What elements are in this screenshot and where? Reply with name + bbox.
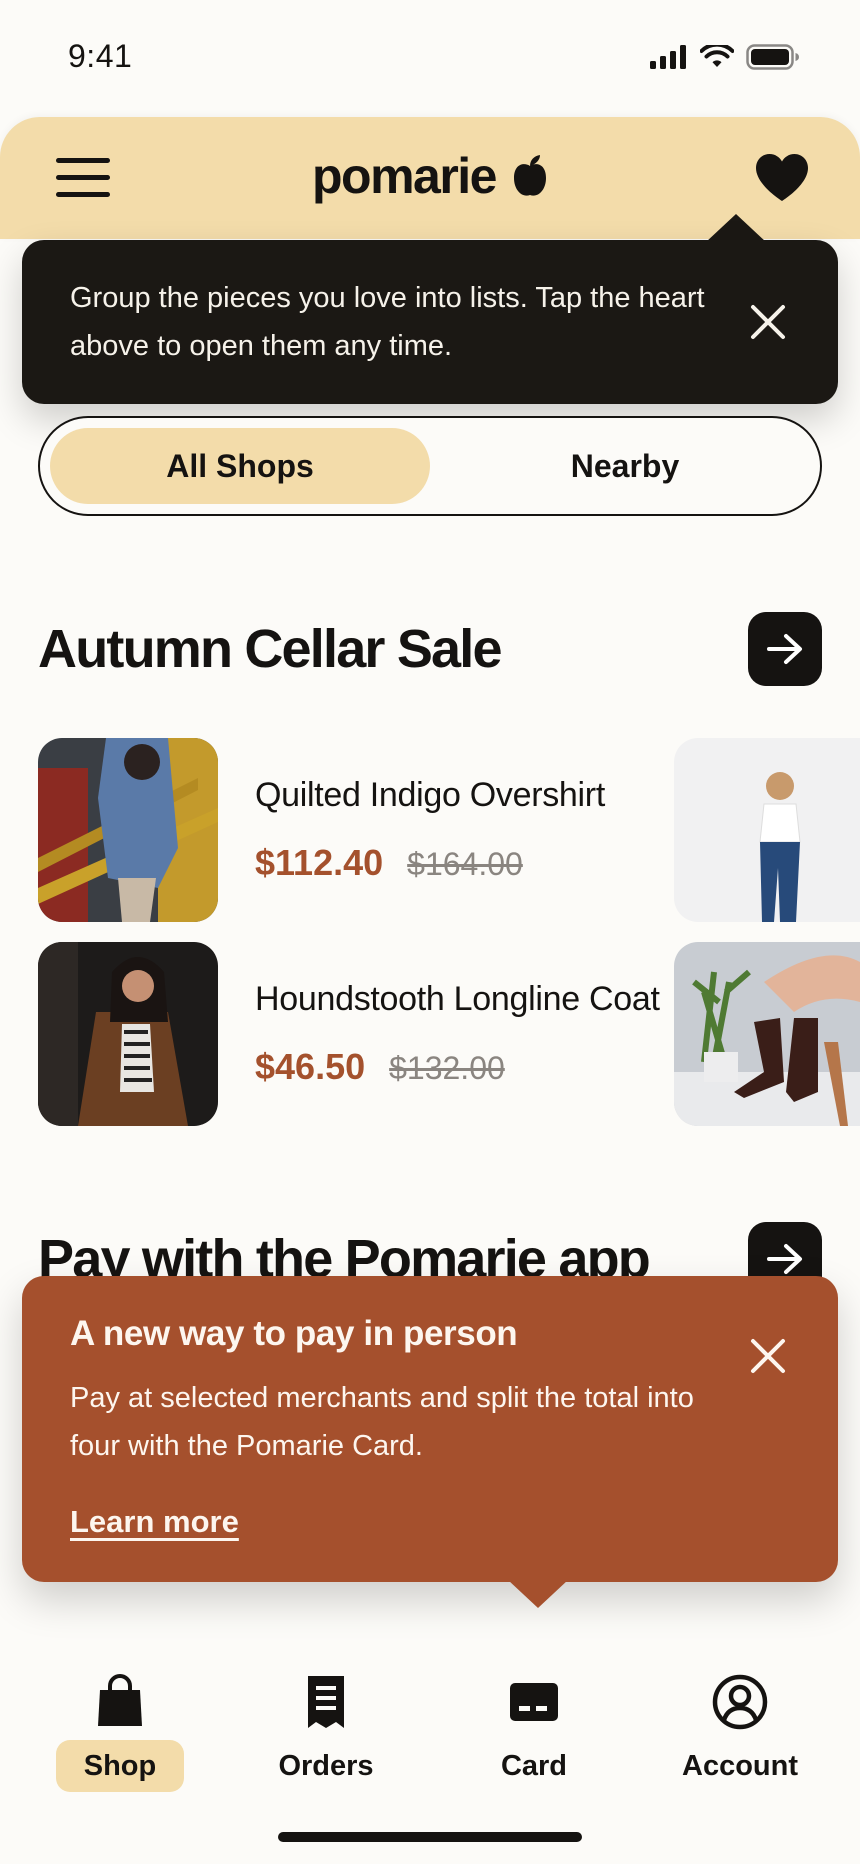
price-row: $46.50 $132.00 xyxy=(255,1046,505,1088)
account-icon xyxy=(712,1674,768,1730)
original-price: $164.00 xyxy=(407,846,523,882)
wifi-icon xyxy=(700,45,734,67)
tab-card[interactable]: Card xyxy=(444,1644,624,1814)
segment-all-shops[interactable]: All Shops xyxy=(50,428,430,504)
receipt-icon xyxy=(308,1676,344,1728)
wishlist-tooltip-arrow xyxy=(706,214,766,242)
original-price: $132.00 xyxy=(389,1050,505,1086)
sale-price: $112.40 xyxy=(255,842,384,883)
close-icon[interactable] xyxy=(750,304,786,340)
wishlist-tooltip-text: Group the pieces you love into lists. Ta… xyxy=(70,282,705,362)
tab-account[interactable]: Account xyxy=(650,1644,830,1814)
section-title-sale: Autumn Cellar Sale xyxy=(38,619,503,679)
learn-more-link[interactable]: Learn more xyxy=(70,1504,239,1540)
promo-title: A new way to pay in person xyxy=(70,1314,518,1353)
promo-body: Pay at selected merchants and split the … xyxy=(70,1382,694,1462)
tab-label-orders: Orders xyxy=(278,1750,374,1782)
pay-promo-tooltip: A new way to pay in person Pay at select… xyxy=(22,1276,838,1582)
arrow-right-icon xyxy=(767,1244,802,1274)
tab-label-account: Account xyxy=(682,1750,798,1782)
home-indicator xyxy=(278,1832,582,1842)
product-name[interactable]: Quilted Indigo Overshirt xyxy=(255,776,605,815)
status-time: 9:41 xyxy=(68,38,133,74)
brand-logo: pomarie xyxy=(0,147,860,205)
status-icons xyxy=(650,44,800,70)
promo-tooltip-arrow xyxy=(508,1580,568,1608)
product-image-heeled-boots[interactable] xyxy=(674,942,860,1126)
sale-price: $46.50 xyxy=(255,1046,366,1087)
sale-see-all-button[interactable] xyxy=(748,612,822,686)
shopping-bag-icon xyxy=(98,1674,142,1726)
tab-label-shop: Shop xyxy=(30,1740,210,1792)
tab-bar: Shop Orders Card Account xyxy=(0,1620,860,1864)
product-image-white-tee[interactable] xyxy=(674,738,860,922)
tab-label-card: Card xyxy=(500,1750,568,1782)
product-name[interactable]: Houndstooth Longline Coat xyxy=(255,980,660,1019)
shop-scope-toggle: All Shops Nearby xyxy=(38,416,822,516)
brand-name: pomarie xyxy=(311,148,498,204)
wishlist-tooltip: Group the pieces you love into lists. Ta… xyxy=(22,240,838,404)
tab-shop[interactable]: Shop xyxy=(30,1644,210,1814)
wishlist-heart-icon[interactable] xyxy=(754,153,810,203)
segment-nearby[interactable]: Nearby xyxy=(440,428,810,504)
product-image-houndstooth-coat[interactable] xyxy=(38,942,218,1126)
product-image-overshirt[interactable] xyxy=(38,738,218,922)
card-icon xyxy=(510,1683,558,1721)
arrow-right-icon xyxy=(767,634,802,664)
status-bar: 9:41 xyxy=(0,0,860,116)
tab-orders[interactable]: Orders xyxy=(236,1644,416,1814)
close-icon[interactable] xyxy=(750,1338,786,1374)
battery-icon xyxy=(746,44,799,70)
price-row: $112.40 $164.00 xyxy=(255,842,523,884)
cellular-signal-icon xyxy=(650,45,686,69)
apple-logo-icon xyxy=(514,155,546,196)
